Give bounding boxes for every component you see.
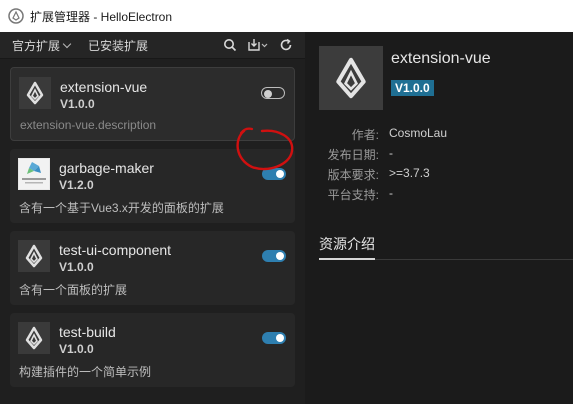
toolbar: 官方扩展 已安装扩展 (0, 32, 305, 59)
version-badge: V1.0.0 (391, 80, 434, 96)
extension-description: extension-vue.description (20, 118, 157, 132)
extension-version: V1.2.0 (59, 178, 94, 192)
extension-description: 构建插件的一个简单示例 (19, 365, 152, 379)
meta-label: 发布日期: (327, 148, 379, 162)
chevron-down-icon (62, 39, 72, 48)
tab-active-indicator (319, 258, 375, 260)
meta-row-author: 作者: CosmoLau (319, 126, 447, 143)
meta-row-release-date: 发布日期: - (319, 146, 393, 163)
enable-toggle[interactable] (261, 87, 285, 99)
toggle-knob (276, 334, 284, 342)
extension-version: V1.0.0 (59, 260, 94, 274)
meta-row-version-requirement: 版本要求: >=3.7.3 (319, 166, 430, 183)
window-title: 扩展管理器 - HelloElectron (30, 9, 173, 24)
extension-name: test-ui-component (59, 242, 172, 258)
meta-value: - (389, 146, 393, 160)
detail-panel: extension-vue V1.0.0 作者: CosmoLau 发布日期: … (305, 32, 573, 404)
extension-logo-icon (319, 46, 383, 110)
extension-list: extension-vue V1.0.0 extension-vue.descr… (0, 59, 305, 404)
tab-official-extensions[interactable]: 官方扩展 (12, 37, 72, 54)
tab-resource-intro[interactable]: 资源介绍 (319, 234, 375, 254)
extension-description: 含有一个面板的扩展 (19, 283, 128, 297)
meta-row-platform-support: 平台支持: - (319, 186, 393, 203)
enable-toggle[interactable] (262, 332, 286, 344)
extension-name: garbage-maker (59, 160, 154, 176)
extension-description: 含有一个基于Vue3.x开发的面板的扩展 (19, 201, 224, 215)
tab-label: 已安装扩展 (88, 38, 149, 53)
toggle-knob (276, 252, 284, 260)
meta-value: CosmoLau (389, 126, 448, 140)
meta-label: 作者: (351, 128, 379, 142)
extension-version: V1.0.0 (60, 97, 95, 111)
toggle-knob (264, 89, 272, 98)
app-logo-icon (8, 8, 24, 24)
enable-toggle[interactable] (262, 250, 286, 262)
tab-installed-extensions[interactable]: 已安装扩展 (88, 37, 148, 54)
extension-card[interactable]: test-ui-component V1.0.0 含有一个面板的扩展 (10, 231, 295, 305)
meta-value: - (389, 186, 393, 200)
extension-name: extension-vue (60, 79, 148, 95)
garbage-maker-logo-icon (18, 158, 50, 190)
annotation-circle (236, 127, 294, 171)
meta-label: 平台支持: (327, 188, 379, 202)
extension-logo-icon (19, 77, 51, 109)
detail-extension-name: extension-vue (391, 50, 491, 67)
search-icon[interactable] (223, 38, 237, 52)
title-bar: 扩展管理器 - HelloElectron (0, 0, 573, 32)
refresh-icon[interactable] (279, 38, 293, 52)
extension-logo-icon (18, 240, 50, 272)
extension-version: V1.0.0 (59, 342, 94, 356)
tab-label: 官方扩展 (12, 38, 61, 53)
import-icon[interactable] (247, 38, 269, 52)
meta-label: 版本要求: (327, 168, 379, 182)
extension-card[interactable]: test-build V1.0.0 构建插件的一个简单示例 (10, 313, 295, 387)
extension-logo-icon (18, 322, 50, 354)
meta-value: >=3.7.3 (389, 166, 430, 180)
extension-name: test-build (59, 324, 116, 340)
